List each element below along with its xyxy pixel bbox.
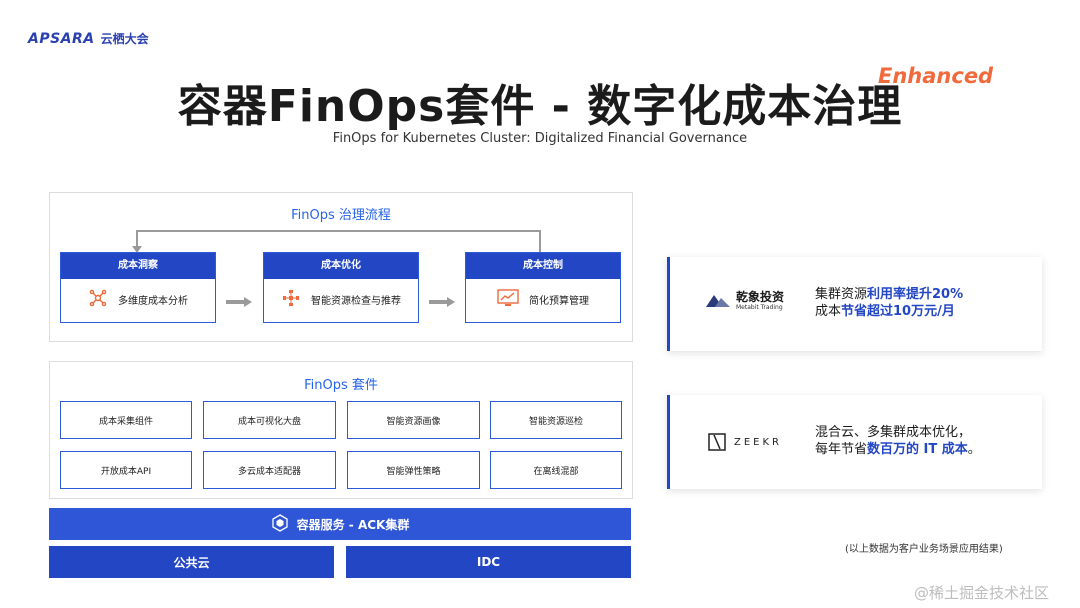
page-subtitle: FinOps for Kubernetes Cluster: Digitaliz…: [332, 131, 748, 146]
suite-item: 在离线混部: [490, 451, 622, 489]
idc-bar: IDC: [346, 546, 631, 578]
suite-item: 智能资源画像: [347, 401, 480, 439]
step-label: 简化预算管理: [529, 295, 589, 307]
suite-item: 成本可视化大盘: [203, 401, 336, 439]
case-card-zeekr: ZEEKR 混合云、多集群成本优化， 每年节省数百万的 IT 成本。: [667, 395, 1042, 489]
highlight-text: 数百万的 IT 成本: [867, 442, 968, 457]
step-cost-insight: 成本洞察 多维度成本分析: [60, 252, 216, 323]
ack-cluster-bar: 容器服务 - ACK集群: [49, 508, 631, 540]
highlight-text: 利用率提升20%: [867, 287, 964, 302]
network-icon: [88, 288, 108, 311]
watermark: @稀土掘金技术社区: [914, 584, 1050, 602]
company-cn: 乾象投资: [736, 290, 785, 304]
metabit-logo: 乾象投资 Metabit Trading: [706, 291, 784, 312]
footnote: (以上数据为客户业务场景应用结果): [845, 544, 1003, 555]
public-cloud-bar: 公共云: [49, 546, 334, 578]
step-label: 智能资源检查与推荐: [311, 295, 401, 307]
metabit-logo-icon: [706, 294, 730, 307]
suite-item: 多云成本适配器: [203, 451, 336, 489]
apsara-logo: APSARA 云栖大会: [28, 30, 149, 47]
zeekr-logo: ZEEKR: [708, 433, 782, 451]
step-cost-optimization: 成本优化 智能资源检查与推荐: [263, 252, 419, 323]
step-head: 成本控制: [466, 253, 620, 279]
ack-label: 容器服务 - ACK集群: [296, 517, 410, 532]
logo-text: APSARA: [28, 30, 95, 47]
process-title: FinOps 治理流程: [291, 208, 391, 223]
logo-cn-text: 云栖大会: [100, 32, 149, 46]
suite-item: 开放成本API: [60, 451, 192, 489]
arrow-right-icon: [226, 297, 252, 307]
step-head: 成本优化: [264, 253, 418, 279]
suite-item: 智能弹性策略: [347, 451, 480, 489]
step-cost-control: 成本控制 简化预算管理: [465, 252, 621, 323]
optimize-icon: [281, 288, 301, 311]
company-en: Metabit Trading: [736, 304, 783, 311]
company-name: ZEEKR: [734, 436, 782, 448]
step-label: 多维度成本分析: [118, 295, 188, 307]
suite-item: 成本采集组件: [60, 401, 192, 439]
zeekr-logo-icon: [708, 433, 726, 451]
enhanced-tag: Enhanced: [878, 64, 994, 88]
case-card-metabit: 乾象投资 Metabit Trading 集群资源利用率提升20% 成本节省超过…: [667, 257, 1042, 351]
arrow-right-icon: [429, 297, 455, 307]
case-text: 集群资源利用率提升20% 成本节省超过10万元/月: [815, 287, 964, 319]
case-text: 混合云、多集群成本优化， 每年节省数百万的 IT 成本。: [815, 425, 981, 457]
step-head: 成本洞察: [61, 253, 215, 279]
suite-item: 智能资源巡检: [490, 401, 622, 439]
budget-chart-icon: [497, 288, 519, 311]
suite-title: FinOps 套件: [304, 378, 378, 393]
highlight-text: 节省超过10万元/月: [841, 304, 955, 319]
container-service-icon: [271, 513, 289, 535]
